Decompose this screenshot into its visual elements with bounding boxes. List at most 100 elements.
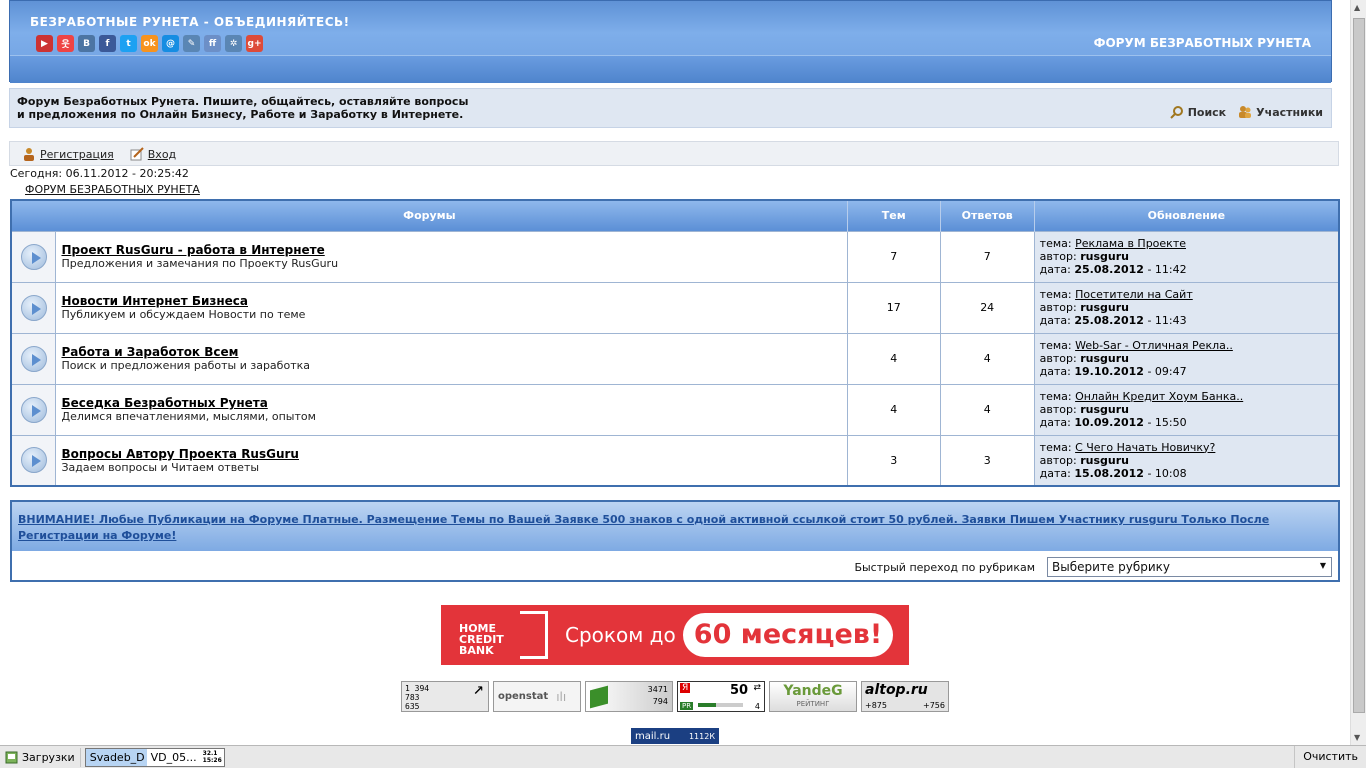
altop-b: +756	[923, 701, 945, 710]
last-topic-link[interactable]: Онлайн Кредит Хоум Банка..	[1075, 390, 1243, 403]
yandex-ci-counter[interactable]: Я 50 ⇄ PR 4	[677, 681, 765, 712]
notice-box: ВНИМАНИЕ! Любые Публикации на Форуме Пла…	[10, 500, 1340, 582]
date-label: дата:	[1039, 416, 1075, 429]
forum-icon-cell	[11, 281, 57, 333]
mailru-counter[interactable]: mail.ru 1112К	[631, 728, 719, 744]
forum-name-link[interactable]: Проект RusGuru - работа в Интернете	[61, 243, 846, 257]
people-icon: ılı	[556, 689, 567, 704]
forum-replies-count: 24	[940, 281, 1035, 333]
banner-months: 60 месяцев!	[683, 613, 893, 657]
last-topic-link[interactable]: Посетители на Сайт	[1075, 288, 1193, 301]
altop-a: +875	[865, 701, 887, 710]
scroll-up-icon[interactable]: ▲	[1354, 3, 1360, 12]
forum-info: Проект RusGuru - работа в Интернете Предл…	[55, 230, 848, 282]
last-date: 19.10.2012	[1074, 365, 1144, 378]
date-label: дата:	[1039, 365, 1075, 378]
forum-replies-count: 3	[940, 434, 1035, 486]
forum-last-post: тема: Web-Sar - Отличная Рекла.. автор: r…	[1034, 332, 1339, 384]
members-link[interactable]: Участники	[1238, 105, 1323, 119]
home-credit-banner[interactable]: HOME CREDIT BANK Сроком до 60 месяцев!	[441, 605, 909, 665]
header-replies: Ответов	[940, 200, 1035, 231]
forum-icon-cell	[11, 434, 57, 486]
liveinternet-counter[interactable]: 1 394 783 635 ↗	[401, 680, 489, 712]
last-topic-line: тема: Онлайн Кредит Хоум Банка..	[1040, 390, 1338, 403]
forum-table: Форумы Тем Ответов Обновление Проект Rus…	[10, 199, 1340, 487]
green-counter[interactable]: 3471 794	[585, 681, 673, 712]
settings-icon[interactable]: ✲	[225, 35, 242, 52]
topic-label: тема:	[1039, 390, 1076, 403]
info-links: Поиск Участники	[1169, 105, 1323, 119]
forum-info: Беседка Безработных Рунета Делимся впечат…	[55, 383, 848, 435]
forum-name-link[interactable]: Новости Интернет Бизнеса	[61, 294, 846, 308]
forum-name-link[interactable]: Вопросы Автору Проекта RusGuru	[61, 447, 846, 461]
last-date-line: дата: 10.09.2012 - 15:50	[1040, 416, 1338, 429]
google-plus-icon[interactable]: g+	[246, 35, 263, 52]
download-item[interactable]: Svadeb_D VD_05... 32.1 15:26	[84, 747, 225, 767]
download-size: 32.1	[202, 750, 218, 757]
login-links: Регистрация Вход	[22, 147, 176, 161]
banner-term: Сроком до	[565, 623, 676, 647]
forum-play-icon	[20, 345, 47, 372]
last-time: - 11:43	[1143, 314, 1187, 327]
login-link-label: Вход	[147, 147, 177, 161]
forum-title[interactable]: ФОРУМ БЕЗРАБОТНЫХ РУНЕТА	[1094, 36, 1311, 50]
search-link-label: Поиск	[1187, 105, 1227, 119]
header-forums: Форумы	[11, 200, 848, 231]
friendfeed-icon[interactable]: ff	[204, 35, 221, 52]
scroll-thumb[interactable]	[1353, 18, 1365, 713]
person-icon[interactable]: 웃	[57, 35, 74, 52]
social-share-bar: ▶ 웃 Bf t ok @ ✎ ff ✲ g+	[36, 35, 263, 52]
forum-topics-count: 17	[847, 281, 941, 333]
forum-replies-count: 4	[940, 383, 1035, 435]
twitter-icon[interactable]: t	[120, 35, 137, 52]
description-line-1: Форум Безработных Рунета. Пишите, общайт…	[17, 95, 469, 108]
downloads-bar: Загрузки Svadeb_D VD_05... 32.1 15:26 Оч…	[0, 745, 1366, 768]
last-topic-link[interactable]: Реклама в Проекте	[1075, 237, 1186, 250]
forum-description: Форум Безработных Рунета. Пишите, общайт…	[17, 95, 468, 121]
mailru-icon[interactable]: @	[162, 35, 179, 52]
cube-icon	[590, 685, 608, 709]
youtube-icon[interactable]: ▶	[36, 35, 53, 52]
c3-top: 3471	[647, 685, 668, 694]
downloads-icon	[5, 751, 18, 763]
last-topic-link[interactable]: Web-Sar - Отличная Рекла..	[1075, 339, 1233, 352]
odnoklassniki-icon[interactable]: ok	[141, 35, 158, 52]
vertical-scrollbar[interactable]: ▲ ▼	[1350, 0, 1366, 745]
last-topic-link[interactable]: С Чего Начать Новичку?	[1075, 441, 1215, 454]
category-select-value: Выберите рубрику	[1052, 560, 1170, 574]
forum-replies-count: 4	[940, 332, 1035, 384]
yandex-logo: Я	[680, 683, 691, 693]
date-label: дата:	[1039, 314, 1075, 327]
last-time: - 10:08	[1143, 466, 1187, 480]
forum-name-link[interactable]: Работа и Заработок Всем	[61, 345, 846, 359]
forum-topics-count: 3	[847, 434, 941, 486]
register-link[interactable]: Регистрация	[22, 147, 114, 161]
refresh-icon: ⇄	[753, 683, 761, 693]
vk-icon[interactable]: B	[78, 35, 95, 52]
last-date-line: дата: 19.10.2012 - 09:47	[1040, 365, 1338, 378]
openstat-counter[interactable]: openstat ılı	[493, 681, 581, 712]
login-link[interactable]: Вход	[130, 147, 176, 161]
altop-counter[interactable]: altop.ru +875 +756	[861, 681, 949, 712]
forum-topics-count: 4	[847, 383, 941, 435]
forum-last-post: тема: Посетители на Сайт автор: rusguru да…	[1034, 281, 1339, 333]
author-label: автор:	[1039, 352, 1081, 365]
forum-play-icon	[20, 396, 47, 423]
last-date-line: дата: 25.08.2012 - 11:43	[1040, 314, 1338, 327]
current-date: Сегодня: 06.11.2012 - 20:25:42	[10, 167, 189, 180]
last-author: rusguru	[1080, 301, 1129, 314]
clear-downloads-button[interactable]: Очистить	[1294, 746, 1366, 768]
login-pen-icon	[130, 147, 144, 161]
category-select[interactable]: Выберите рубрику	[1047, 557, 1332, 577]
bank-logo-text: HOME CREDIT BANK	[459, 623, 504, 656]
yandeg-counter[interactable]: YandeG РЕЙТИНГ	[769, 681, 857, 712]
scroll-down-icon[interactable]: ▼	[1354, 733, 1360, 742]
c3-bottom: 794	[652, 697, 668, 706]
search-link[interactable]: Поиск	[1169, 105, 1227, 119]
breadcrumb[interactable]: ФОРУМ БЕЗРАБОТНЫХ РУНЕТА	[25, 183, 200, 196]
forum-description: Публикуем и обсуждаем Новости по теме	[61, 308, 306, 321]
livejournal-icon[interactable]: ✎	[183, 35, 200, 52]
forum-name-link[interactable]: Беседка Безработных Рунета	[61, 396, 846, 410]
facebook-icon[interactable]: f	[99, 35, 116, 52]
downloads-button[interactable]: Загрузки	[0, 747, 81, 767]
